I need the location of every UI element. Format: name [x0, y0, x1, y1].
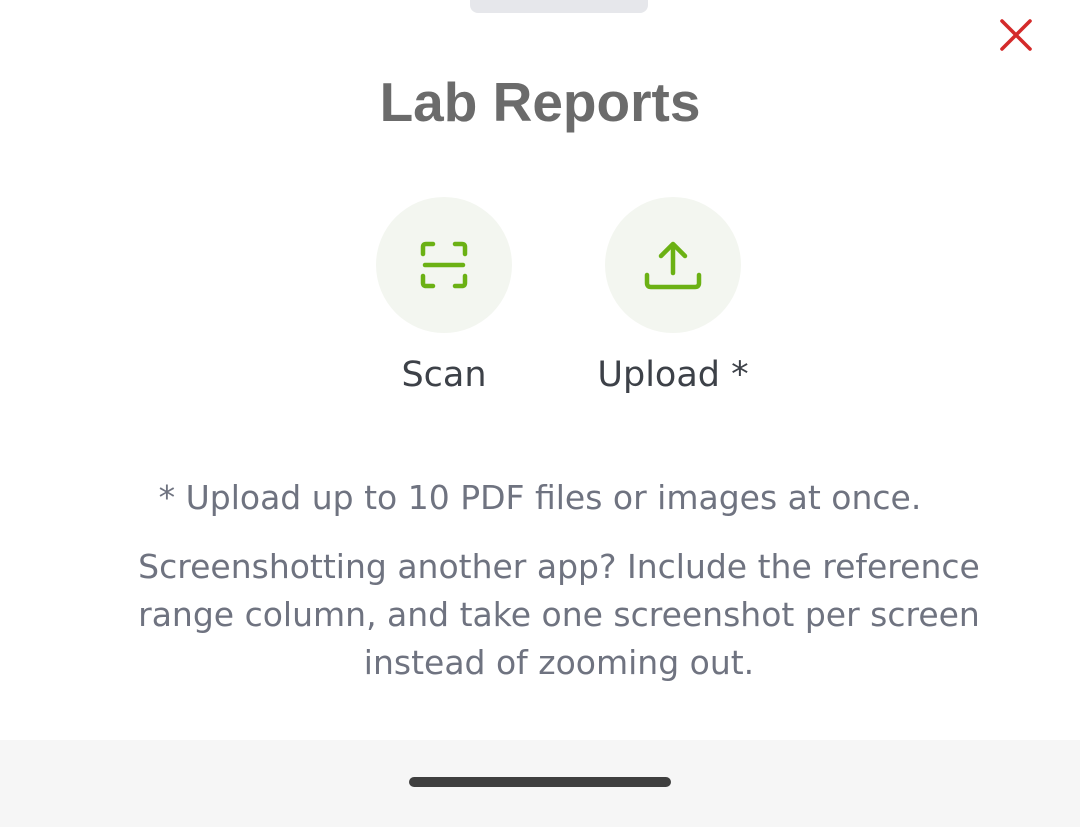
home-indicator[interactable]	[409, 777, 671, 787]
scan-label: Scan	[401, 355, 487, 395]
bottom-sheet: Lab Reports Scan Upload * * Upload up to…	[0, 0, 1080, 740]
page-title: Lab Reports	[379, 71, 701, 133]
scan-icon-circle	[376, 197, 512, 333]
upload-icon	[644, 241, 702, 290]
upload-icon-circle	[605, 197, 741, 333]
scan-icon	[420, 241, 468, 289]
system-navigation-bar	[0, 740, 1080, 827]
close-button[interactable]	[993, 12, 1039, 58]
upload-label: Upload *	[597, 355, 749, 395]
sheet-grab-handle[interactable]	[470, 0, 648, 13]
upload-button[interactable]: Upload *	[553, 197, 793, 395]
upload-note: * Upload up to 10 PDF files or images at…	[158, 478, 922, 517]
close-icon	[1000, 19, 1032, 51]
scan-button[interactable]: Scan	[324, 197, 564, 395]
screenshot-hint: Screenshotting another app? Include the …	[138, 547, 980, 682]
